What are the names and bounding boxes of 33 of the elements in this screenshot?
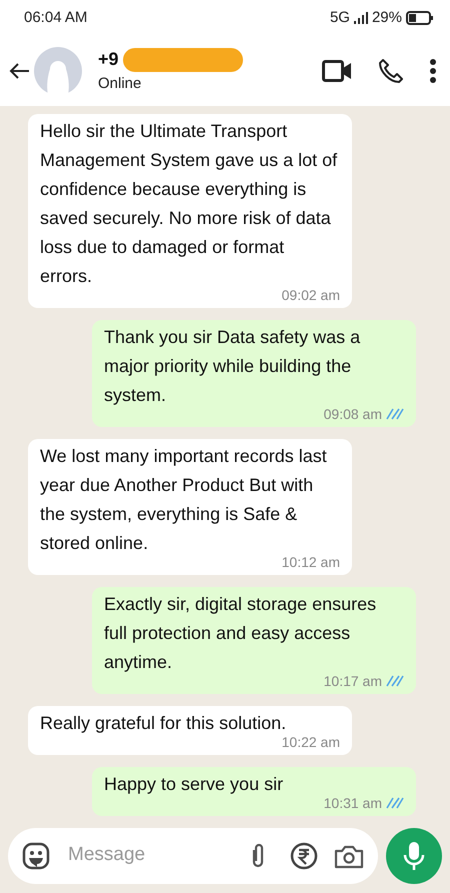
contact-name[interactable]: +9 (98, 46, 119, 74)
video-call-icon[interactable] (322, 60, 352, 82)
message-time: 10:31 am (324, 794, 382, 812)
message-time: 10:12 am (282, 553, 340, 571)
message-text: Happy to serve you sir (104, 773, 284, 796)
message-time: 09:08 am (324, 405, 382, 423)
battery-icon (406, 11, 434, 25)
more-options-icon[interactable] (430, 59, 436, 83)
received-message-bubble[interactable]: We lost many important records last year due Another Product But with the system, everything is Safe & stored online. 10:12 am (28, 439, 352, 575)
message-time: 10:22 am (282, 733, 340, 751)
signal-icon (354, 12, 368, 24)
microphone-icon (403, 840, 425, 870)
sent-message-bubble[interactable]: Thank you sir Data safety was a major priority while building the system. 09:08 am (92, 320, 416, 427)
phone-call-icon[interactable] (378, 58, 404, 84)
network-label: 5G (330, 8, 350, 28)
attachment-icon[interactable] (250, 842, 266, 870)
received-message-bubble[interactable]: Really grateful for this solution. 10:22 am (28, 706, 352, 755)
message-text: Hello sir the Ultimate Transport Management System gave us a lot of confidence because everything is saved securely. No more risk of data loss due to damaged or format errors. (40, 120, 338, 288)
sent-message-bubble[interactable]: Exactly sir, digital storage ensures full protection and easy access anytime. 10:17 am (92, 587, 416, 694)
presence-status: Online (98, 74, 142, 94)
message-text: We lost many important records last year due Another Product But with the system, everything is Safe & stored online. (40, 445, 328, 555)
message-text: Really grateful for this solution. (40, 712, 288, 735)
message-time: 10:17 am (324, 672, 382, 690)
rupee-icon[interactable] (290, 842, 318, 870)
status-time: 06:04 AM (24, 8, 88, 28)
sticker-icon[interactable] (22, 842, 50, 870)
back-button[interactable] (8, 62, 30, 80)
battery-percent: 29% (372, 8, 402, 28)
received-message-bubble[interactable]: Hello sir the Ultimate Transport Management System gave us a lot of confidence because everything is saved securely. No more risk of data loss due to damaged or format errors. 09:02 am (28, 114, 352, 308)
message-text: Thank you sir Data safety was a major priority while building the system. (104, 326, 362, 407)
sent-message-bubble[interactable]: Happy to serve you sir 10:31 am (92, 767, 416, 816)
message-text: Exactly sir, digital storage ensures full protection and easy access anytime. (104, 593, 378, 674)
message-time: 09:02 am (282, 286, 340, 304)
